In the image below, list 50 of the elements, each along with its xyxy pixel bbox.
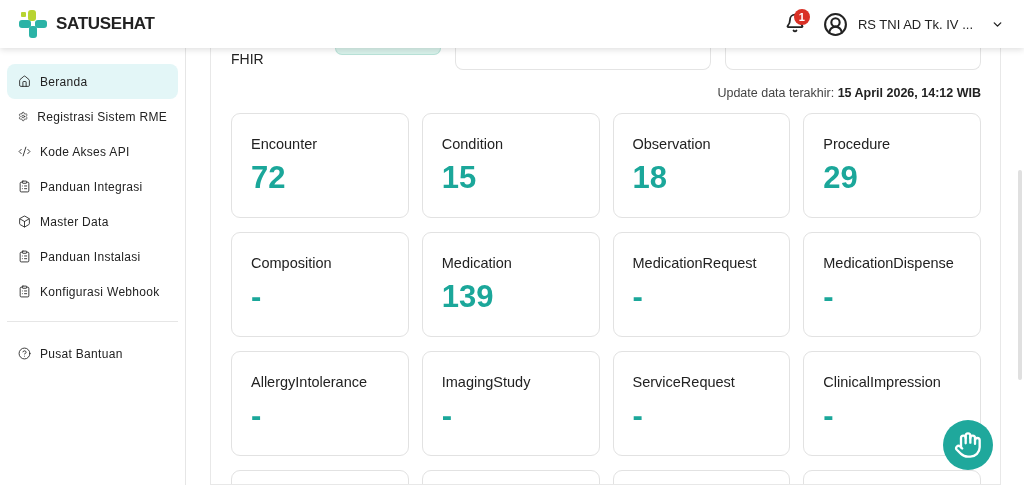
stat-value: - [632,398,644,434]
stat-value: 29 [823,160,859,196]
sidebar-item[interactable]: Master Data [7,204,178,239]
notification-count: 1 [793,9,810,25]
sidebar-item[interactable]: Konfigurasi Webhook [7,274,178,309]
stat-value: - [823,398,835,434]
gear-icon [18,110,29,123]
section-label: FHIR [231,51,265,67]
user-avatar-icon[interactable] [822,11,848,37]
sidebar-item[interactable]: Registrasi Sistem RME [7,99,178,134]
stat-label: MedicationDispense [823,255,955,271]
code-icon [18,145,31,158]
stat-label: Procedure [823,136,892,152]
sidebar-item[interactable]: Kode Akses API [7,134,178,169]
stat-label: Observation [632,136,712,152]
stat-label: ClinicalImpression [823,374,942,390]
stat-value: 15 [441,160,478,196]
stat-value: - [251,398,263,434]
stat-value: - [823,279,835,315]
logo-icon [18,9,48,39]
stat-label: ServiceRequest [632,374,736,390]
stat-label: MedicationRequest [632,255,758,271]
sidebar-item[interactable]: Beranda [7,64,178,99]
brand-name: SATUSEHAT [56,14,155,34]
user-name[interactable]: RS TNI AD Tk. IV ... [857,16,973,32]
update-info: Update data terakhir: 15 April 2026, 14:12 WIB [716,86,981,100]
stat-label: Composition [251,255,333,271]
stat-label: Medication [441,255,513,271]
stat-label: AllergyIntolerance [251,374,369,390]
stat-value: - [251,279,263,315]
stat-label: ImagingStudy [441,374,532,390]
clipboard-icon [18,180,31,193]
sidebar-item[interactable]: Panduan Instalasi [7,239,178,274]
cube-icon [18,215,31,228]
clipboard-icon [18,285,31,298]
stat-value: 139 [441,279,495,315]
stat-label: Condition [441,136,504,152]
stat-label: Encounter [251,136,319,152]
home-icon [18,75,31,88]
clipboard-icon [18,250,31,263]
stat-value: - [632,279,644,315]
sidebar-item[interactable]: Panduan Integrasi [7,169,178,204]
stat-value: 72 [251,160,287,196]
bell-icon[interactable] [784,13,805,33]
stat-value: - [441,398,454,434]
sidebar-item[interactable]: Pusat Bantuan [7,336,178,371]
help-hand-button[interactable] [943,420,993,470]
help-icon [18,347,31,360]
stat-value: 18 [632,160,668,196]
hand-icon [954,431,982,459]
